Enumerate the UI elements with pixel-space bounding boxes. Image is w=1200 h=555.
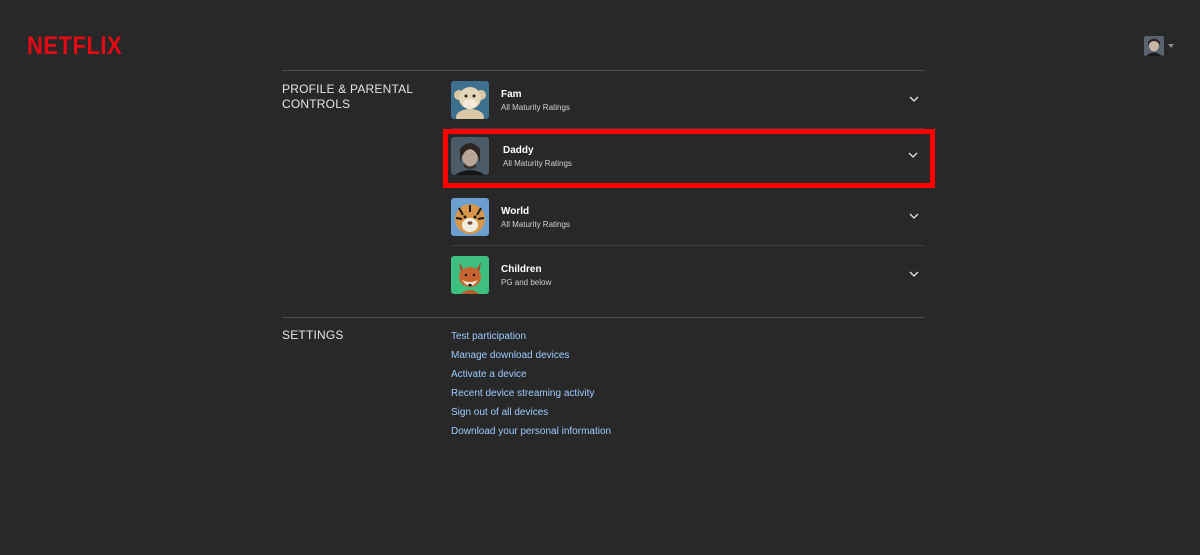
section-title-profiles: PROFILE & PARENTAL CONTROLS (282, 82, 413, 111)
section-title-settings: SETTINGS (282, 328, 344, 342)
profile-rating: All Maturity Ratings (503, 159, 572, 168)
sign-out-all-devices-link[interactable]: Sign out of all devices (451, 403, 611, 422)
profile-row-world[interactable]: World All Maturity Ratings (451, 188, 925, 246)
profile-name: Fam (501, 89, 522, 100)
profile-name: Daddy (503, 145, 534, 156)
profile-row-daddy[interactable]: Daddy All Maturity Ratings (443, 129, 935, 188)
account-avatar-icon[interactable] (1144, 36, 1164, 56)
chevron-down-icon[interactable] (909, 270, 919, 278)
caret-down-icon[interactable] (1168, 44, 1174, 48)
profile-rating: All Maturity Ratings (501, 103, 570, 112)
recent-streaming-activity-link[interactable]: Recent device streaming activity (451, 384, 611, 403)
tiger-avatar-icon (451, 198, 489, 236)
account-menu[interactable] (1144, 36, 1174, 56)
netflix-logo[interactable]: NETFLIX (27, 31, 122, 61)
settings-section: SETTINGS Test participation Manage downl… (282, 317, 925, 448)
profile-row-children[interactable]: Children PG and below (451, 246, 925, 303)
test-participation-link[interactable]: Test participation (451, 327, 611, 346)
man-portrait-avatar-icon (451, 137, 489, 175)
activate-device-link[interactable]: Activate a device (451, 365, 611, 384)
profile-list: Fam All Maturity Ratings Daddy All Matur… (443, 71, 935, 303)
settings-links: Test participation Manage download devic… (451, 327, 611, 441)
profile-rating: All Maturity Ratings (501, 220, 570, 229)
fox-avatar-icon (451, 256, 489, 294)
download-personal-info-link[interactable]: Download your personal information (451, 422, 611, 441)
profile-name: Children (501, 264, 542, 275)
chevron-down-icon[interactable] (909, 212, 919, 220)
stuffed-monkey-avatar-icon (451, 81, 489, 119)
chevron-down-icon[interactable] (908, 151, 918, 159)
chevron-down-icon[interactable] (909, 95, 919, 103)
profile-rating: PG and below (501, 278, 552, 287)
manage-download-devices-link[interactable]: Manage download devices (451, 346, 611, 365)
profile-row-fam[interactable]: Fam All Maturity Ratings (451, 71, 925, 129)
profile-name: World (501, 206, 530, 217)
profile-parental-controls-section: PROFILE & PARENTAL CONTROLS Fam All Matu… (282, 70, 935, 317)
